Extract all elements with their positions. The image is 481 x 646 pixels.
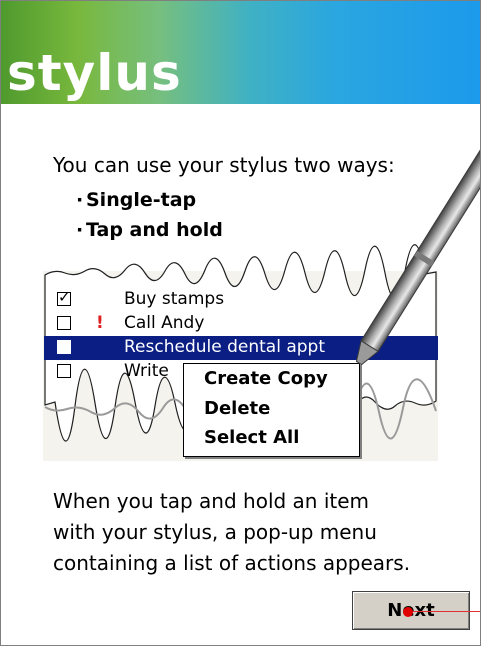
tap-marker-icon [403, 607, 413, 617]
menu-item-delete[interactable]: Delete [204, 398, 270, 419]
description-line-2: with your stylus, a pop-up menu [53, 520, 377, 544]
checkbox[interactable] [57, 340, 71, 354]
task-label: Reschedule dental appt [124, 337, 325, 357]
task-label: Write [124, 361, 169, 381]
list-item[interactable]: Buy stamps [44, 288, 438, 312]
checkbox-checked[interactable] [57, 288, 71, 306]
intro-text: You can use your stylus two ways: [53, 153, 395, 177]
priority-icon: ! [96, 313, 104, 333]
menu-item-select-all[interactable]: Select All [204, 427, 299, 448]
tutorial-screen: stylus You can use your stylus two ways:… [0, 0, 481, 646]
title-banner: stylus [1, 1, 480, 126]
banner-bottom-strip [1, 104, 480, 126]
popup-menu: Create Copy Delete Select All [183, 363, 360, 457]
task-label: Buy stamps [124, 289, 225, 309]
checkbox[interactable] [57, 364, 71, 378]
description-line-1: When you tap and hold an item [53, 489, 370, 513]
bullet-single-tap: Single-tap [86, 189, 196, 211]
menu-item-create-copy[interactable]: Create Copy [204, 368, 328, 389]
page-title: stylus [7, 44, 182, 102]
tap-pointer-line [413, 611, 480, 612]
description-line-3: containing a list of actions appears. [53, 551, 411, 575]
task-label: Call Andy [124, 313, 205, 333]
list-item[interactable]: ! Call Andy [44, 312, 438, 336]
list-item-selected[interactable]: Reschedule dental appt [44, 336, 438, 360]
checkbox[interactable] [57, 316, 71, 330]
bullet-tap-and-hold: Tap and hold [86, 219, 223, 241]
